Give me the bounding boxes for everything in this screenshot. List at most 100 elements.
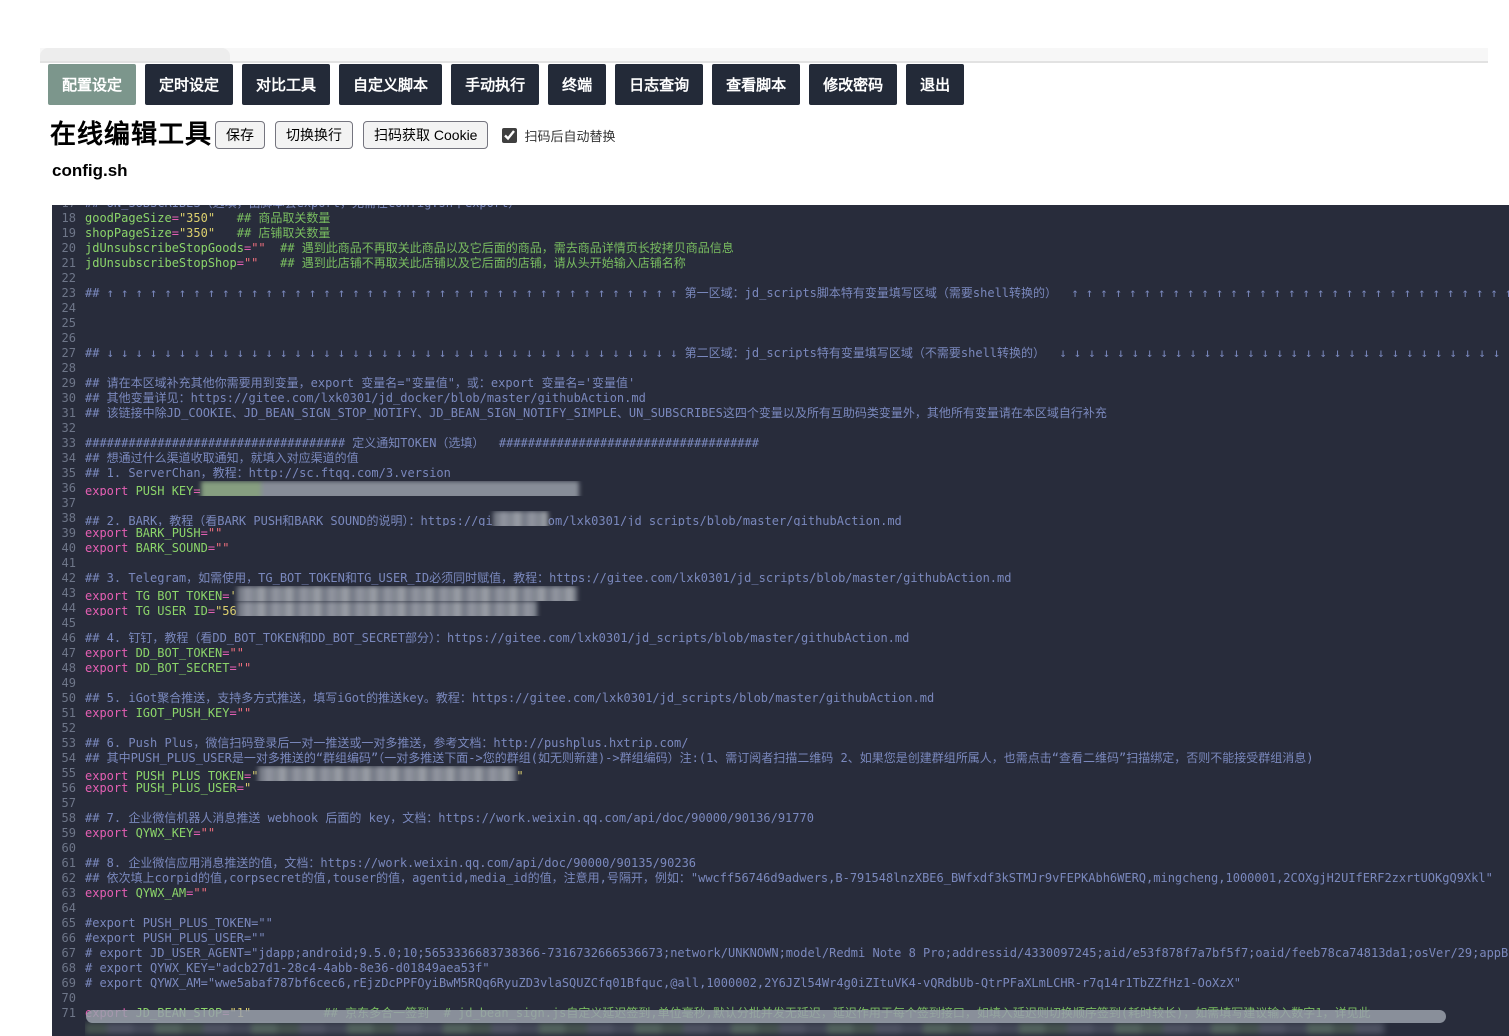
code-line: 31 ## 该链接中除JD_COOKIE、JD_BEAN_SIGN_STOP_NO… <box>52 406 1509 421</box>
code-line: 49 <box>52 676 1509 691</box>
code-line: 67 # export JD_USER_AGENT="jdapp;android;… <box>52 946 1509 961</box>
line-number: 18 <box>61 211 76 225</box>
code-line: 59 export QYWX_KEY="" <box>52 826 1509 841</box>
line-number: 23 <box>61 286 76 300</box>
toggle-wrap-button[interactable]: 切换换行 <box>275 121 353 149</box>
code-line: 60 <box>52 841 1509 856</box>
line-number: 42 <box>61 571 76 585</box>
code-line: 27 ## ↓ ↓ ↓ ↓ ↓ ↓ ↓ ↓ ↓ ↓ ↓ ↓ ↓ ↓ ↓ ↓ ↓ ↓… <box>52 346 1509 361</box>
nav-button-logout[interactable]: 退出 <box>906 64 965 105</box>
nav-button-manual-run[interactable]: 手动执行 <box>451 64 540 105</box>
code-line: 54 ## 其中PUSH_PLUS_USER是一对多推送的“群组编码”（一对多推送… <box>52 751 1509 766</box>
line-number: 51 <box>61 706 76 720</box>
line-number: 33 <box>61 436 76 450</box>
auto-replace-label: 扫码后自动替换 <box>524 128 616 144</box>
code-line: 45 <box>52 616 1509 631</box>
line-number: 55 <box>61 766 76 780</box>
nav-button-config-settings[interactable]: 配置设定 <box>48 64 137 105</box>
code-line: 57 <box>52 796 1509 811</box>
code-editor[interactable]: 17## UN_SUBSCRIBES（选填，由脚本会export，无需在conf… <box>52 205 1509 1036</box>
editor-toolbar: 保存 切换换行 扫码获取 Cookie 扫码后自动替换 <box>215 121 615 149</box>
code-line: 42 ## 3. Telegram，如需使用，TG_BOT_TOKEN和TG_US… <box>52 571 1509 586</box>
code-line: 63 export QYWX_AM="" <box>52 886 1509 901</box>
line-number: 34 <box>61 451 76 465</box>
page: { "colors":{"nav_bg":"#232a38","nav_acti… <box>0 0 1509 1036</box>
code-line: 52 <box>52 721 1509 736</box>
censored-value <box>258 766 517 781</box>
line-number: 43 <box>61 586 76 600</box>
code-line: 20 jdUnsubscribeStopGoods="" ## 遇到此商品不再取关… <box>52 241 1509 256</box>
code-lines: 17## UN_SUBSCRIBES（选填，由脚本会export，无需在conf… <box>52 205 1509 1036</box>
line-number: 57 <box>61 796 76 810</box>
line-number: 53 <box>61 736 76 750</box>
code-line: 66 #export PUSH_PLUS_USER="" <box>52 931 1509 946</box>
code-line: 37 <box>52 496 1509 511</box>
nav-bar: 配置设定 定时设定 对比工具 自定义脚本 手动执行 终端 日志查询 查看脚本 修改密码 退出 <box>48 64 973 105</box>
up-arrows: ↑ ↑ ↑ ↑ ↑ ↑ ↑ ↑ ↑ ↑ ↑ ↑ ↑ ↑ ↑ ↑ ↑ ↑ ↑ ↑ … <box>106 286 685 300</box>
code-line: 69 # export QYWX_AM="wwe5abaf787bf6cec6,r… <box>52 976 1509 991</box>
line-number: 40 <box>61 541 76 555</box>
code-line: 65 #export PUSH_PLUS_TOKEN="" <box>52 916 1509 931</box>
save-button[interactable]: 保存 <box>215 121 265 149</box>
nav-button-schedule-settings[interactable]: 定时设定 <box>145 64 234 105</box>
code-line: 28 <box>52 361 1509 376</box>
line-number: 60 <box>61 841 76 855</box>
code-line: 48 export DD_BOT_SECRET="" <box>52 661 1509 676</box>
line-number: 27 <box>61 346 76 360</box>
auto-replace-option: 扫码后自动替换 <box>502 126 615 145</box>
down-arrows: ↓ ↓ ↓ ↓ ↓ ↓ ↓ ↓ ↓ ↓ ↓ ↓ ↓ ↓ ↓ ↓ ↓ ↓ ↓ ↓ … <box>106 346 685 360</box>
nav-button-log-query[interactable]: 日志查询 <box>615 64 704 105</box>
line-number: 29 <box>61 376 76 390</box>
code-line: 36 export PUSH_KEY= <box>52 481 1509 496</box>
horizontal-scrollbar[interactable] <box>86 1010 1446 1023</box>
top-tab-artifact <box>40 48 1488 63</box>
auto-replace-checkbox[interactable] <box>502 127 518 143</box>
line-number: 70 <box>61 991 76 1005</box>
code-line: 68 # export QYWX_KEY="adcb27d1-28c4-4abb-… <box>52 961 1509 976</box>
line-number: 21 <box>61 256 76 270</box>
code-line <box>52 1021 1509 1036</box>
line-number: 64 <box>61 901 76 915</box>
scan-cookie-button[interactable]: 扫码获取 Cookie <box>363 121 489 149</box>
code-line: 38 ## 2. BARK，教程（看BARK_PUSH和BARK_SOUND的说明… <box>52 511 1509 526</box>
code-line: 22 <box>52 271 1509 286</box>
code-line: 47 export DD_BOT_TOKEN="" <box>52 646 1509 661</box>
line-number: 28 <box>61 361 76 375</box>
line-number: 50 <box>61 691 76 705</box>
line-number: 38 <box>61 511 76 525</box>
line-number: 31 <box>61 406 76 420</box>
page-title: 在线编辑工具 <box>50 119 213 149</box>
line-number: 45 <box>61 616 76 630</box>
code-line: 58 ## 7. 企业微信机器人消息推送 webhook 后面的 key，文档：h… <box>52 811 1509 826</box>
line-number: 71 <box>61 1006 76 1020</box>
line-number: 44 <box>61 601 76 615</box>
nav-button-compare-tool[interactable]: 对比工具 <box>242 64 331 105</box>
line-number: 46 <box>61 631 76 645</box>
line-number: 25 <box>61 316 76 330</box>
line-number: 66 <box>61 931 76 945</box>
nav-button-terminal[interactable]: 终端 <box>548 64 607 105</box>
nav-button-custom-script[interactable]: 自定义脚本 <box>339 64 443 105</box>
line-number: 62 <box>61 871 76 885</box>
code-line: 23 ## ↑ ↑ ↑ ↑ ↑ ↑ ↑ ↑ ↑ ↑ ↑ ↑ ↑ ↑ ↑ ↑ ↑ ↑… <box>52 286 1509 301</box>
censored-value <box>236 601 537 616</box>
line-number: 56 <box>61 781 76 795</box>
code-line: 61 ## 8. 企业微信应用消息推送的值，文档：https://work.wei… <box>52 856 1509 871</box>
line-number: 35 <box>61 466 76 480</box>
nav-button-change-password[interactable]: 修改密码 <box>809 64 898 105</box>
code-line: 43 export TG_BOT_TOKEN=' <box>52 586 1509 601</box>
line-number: 20 <box>61 241 76 255</box>
code-line: 50 ## 5. iGot聚合推送，支持多方式推送，填写iGot的推送key。教程… <box>52 691 1509 706</box>
code-line: 70 <box>52 991 1509 1006</box>
code-line: 24 <box>52 301 1509 316</box>
code-line: 18 goodPageSize="350" ## 商品取关数量 <box>52 211 1509 226</box>
line-number: 26 <box>61 331 76 345</box>
code-line: 34 ## 想通过什么渠道收取通知，就填入对应渠道的值 <box>52 451 1509 466</box>
line-number: 61 <box>61 856 76 870</box>
code-line: 30 ## 其他变量详见：https://gitee.com/lxk0301/jd… <box>52 391 1509 406</box>
line-number: 41 <box>61 556 76 570</box>
line-number: 48 <box>61 661 76 675</box>
line-number: 47 <box>61 646 76 660</box>
line-number: 67 <box>61 946 76 960</box>
nav-button-view-script[interactable]: 查看脚本 <box>712 64 801 105</box>
